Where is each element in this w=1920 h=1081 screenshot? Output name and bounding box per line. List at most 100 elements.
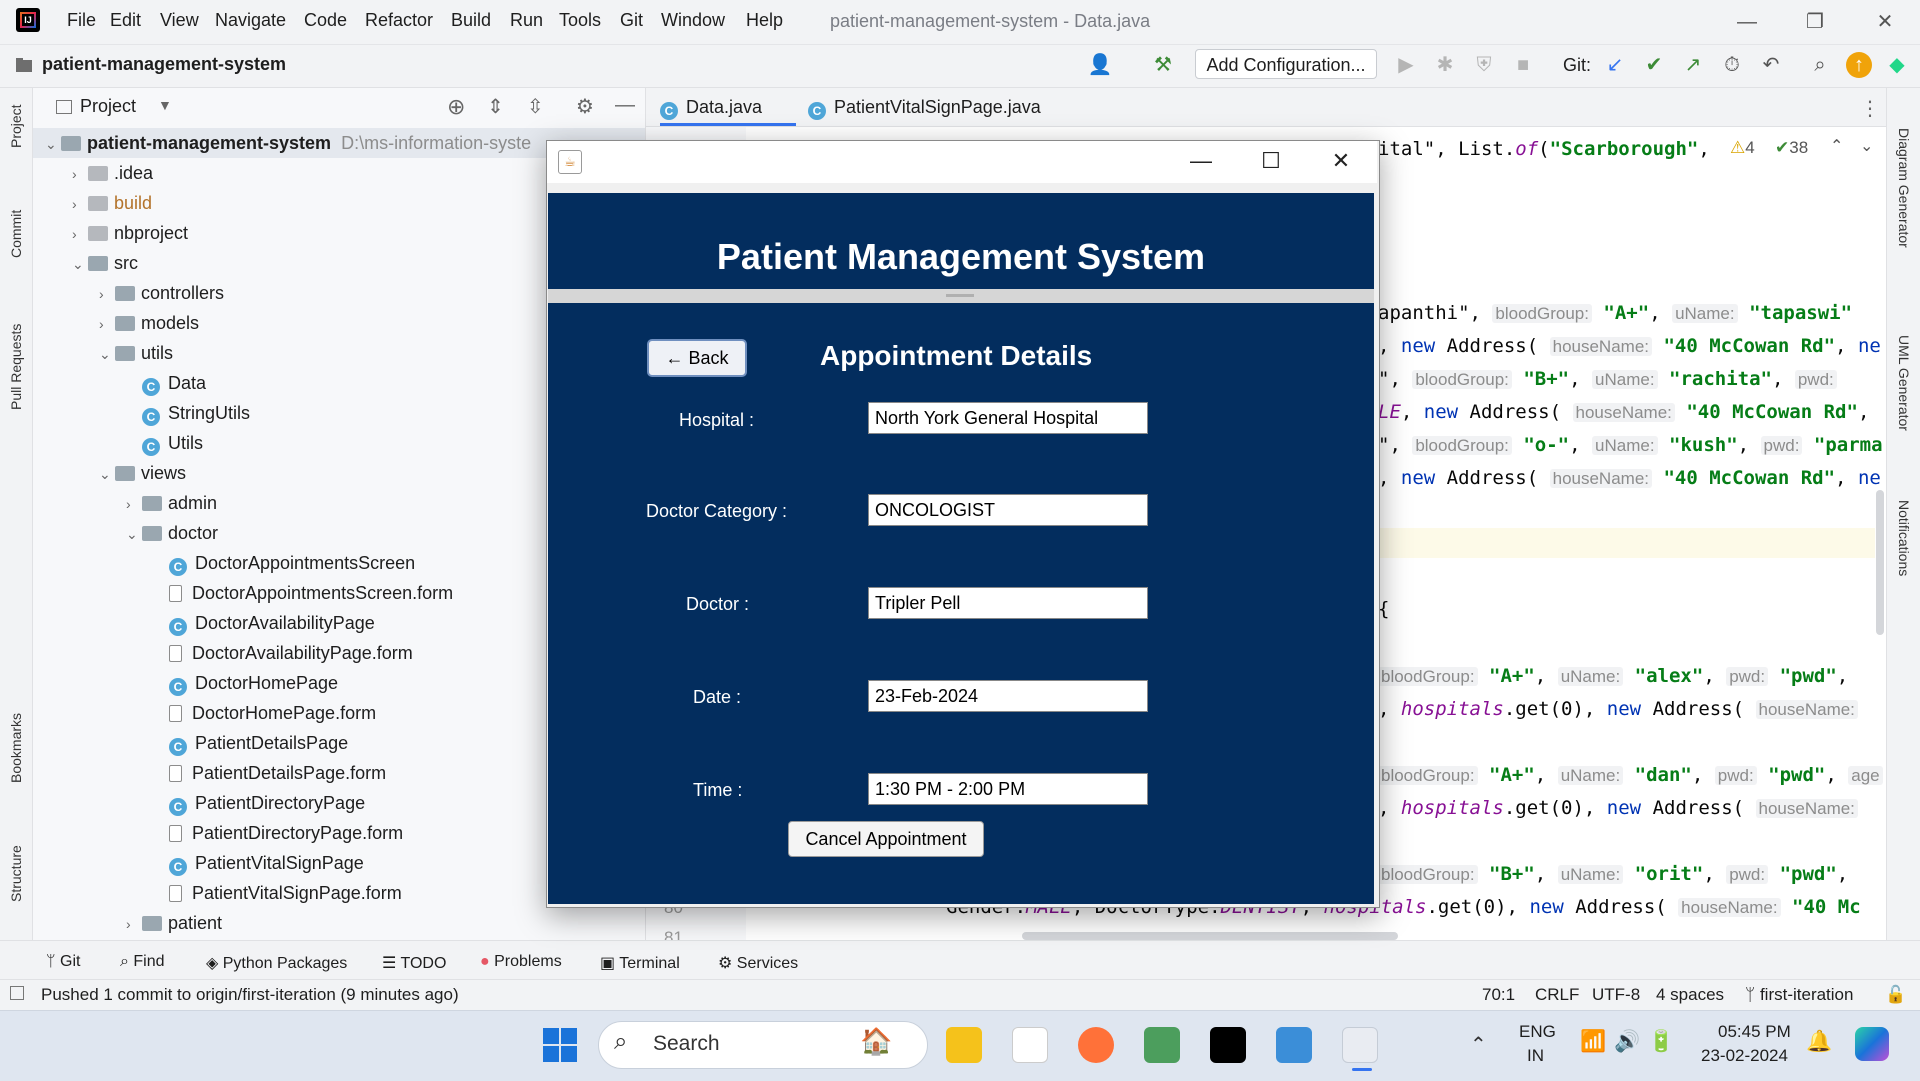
- tool-git[interactable]: ᛘ Git: [46, 953, 81, 971]
- tool-diagram-generator[interactable]: Diagram Generator: [1896, 128, 1912, 248]
- language-top[interactable]: ENG: [1519, 1022, 1556, 1042]
- hospital-field[interactable]: North York General Hospital: [868, 402, 1148, 434]
- horizontal-scrollbar[interactable]: [1022, 932, 1398, 940]
- chevron-right-icon[interactable]: ›: [72, 219, 88, 249]
- next-highlight-icon[interactable]: ⌄: [1860, 136, 1873, 156]
- tool-todo[interactable]: ☰ TODO: [382, 953, 446, 973]
- add-configuration-button[interactable]: Add Configuration...: [1195, 49, 1377, 79]
- project-name[interactable]: patient-management-system: [42, 54, 286, 75]
- back-button[interactable]: ← Back: [647, 339, 747, 377]
- vertical-scrollbar[interactable]: [1876, 490, 1884, 635]
- check-icon[interactable]: ✔38: [1775, 138, 1808, 158]
- restore-icon[interactable]: ❐: [1795, 8, 1835, 36]
- notification-bell-icon[interactable]: 🔔: [1806, 1030, 1832, 1054]
- menu-help[interactable]: Help: [746, 10, 783, 31]
- chevron-right-icon[interactable]: ›: [126, 909, 142, 939]
- locate-icon[interactable]: ⊕: [447, 94, 465, 120]
- project-panel-title[interactable]: Project: [80, 96, 136, 117]
- dialog-maximize-icon[interactable]: ☐: [1248, 146, 1294, 176]
- menu-file[interactable]: File: [67, 10, 96, 31]
- dialog-close-icon[interactable]: ✕: [1318, 146, 1364, 176]
- intellij-logo-icon[interactable]: IJ: [16, 8, 40, 32]
- menu-code[interactable]: Code: [304, 10, 347, 31]
- debug-icon[interactable]: ✱: [1432, 52, 1458, 78]
- file-encoding[interactable]: UTF-8: [1592, 985, 1640, 1005]
- minimize-icon[interactable]: —: [1727, 8, 1767, 36]
- chevron-down-icon[interactable]: ▼: [158, 97, 172, 113]
- clock-time[interactable]: 05:45 PM: [1718, 1022, 1791, 1042]
- more-tabs-icon[interactable]: ⋮: [1860, 96, 1880, 121]
- close-icon[interactable]: ✕: [1865, 8, 1905, 36]
- tool-project[interactable]: Project: [8, 104, 24, 148]
- tool-terminal[interactable]: ▣ Terminal: [600, 953, 680, 973]
- chevron-right-icon[interactable]: ›: [72, 189, 88, 219]
- java-app-icon[interactable]: [1342, 1027, 1378, 1063]
- doctor-category-field[interactable]: ONCOLOGIST: [868, 494, 1148, 526]
- tool-problems[interactable]: ● Problems: [480, 953, 562, 971]
- menu-view[interactable]: View: [160, 10, 199, 31]
- copilot-icon[interactable]: [1855, 1027, 1889, 1061]
- git-commit-icon[interactable]: ✔: [1641, 52, 1667, 78]
- tool-structure[interactable]: Structure: [8, 845, 24, 902]
- divider-handle-icon[interactable]: [946, 294, 974, 297]
- file-explorer-icon[interactable]: [946, 1027, 982, 1063]
- plugin-logo-icon[interactable]: ◆: [1884, 52, 1910, 78]
- menu-edit[interactable]: Edit: [110, 10, 141, 31]
- cancel-appointment-button[interactable]: Cancel Appointment: [788, 821, 984, 857]
- tab-data-java[interactable]: C Data.java: [660, 88, 796, 126]
- indent-setting[interactable]: 4 spaces: [1656, 985, 1724, 1005]
- build-hammer-icon[interactable]: ⚒: [1150, 52, 1176, 78]
- netbeans-icon[interactable]: [1144, 1027, 1180, 1063]
- dialog-minimize-icon[interactable]: —: [1178, 146, 1224, 176]
- chevron-up-icon[interactable]: ⌃: [1470, 1032, 1487, 1057]
- git-update-icon[interactable]: ↙: [1602, 52, 1628, 78]
- doctor-field[interactable]: Tripler Pell: [868, 587, 1148, 619]
- menu-refactor[interactable]: Refactor: [365, 10, 433, 31]
- menu-git[interactable]: Git: [620, 10, 643, 31]
- menu-build[interactable]: Build: [451, 10, 491, 31]
- intellij-icon[interactable]: [1210, 1027, 1246, 1063]
- wifi-icon[interactable]: 📶: [1580, 1030, 1606, 1054]
- chevron-down-icon[interactable]: ⌄: [126, 519, 142, 549]
- volume-icon[interactable]: 🔊: [1614, 1030, 1640, 1054]
- chevron-down-icon[interactable]: ⌄: [72, 249, 88, 279]
- chevron-right-icon[interactable]: ›: [72, 159, 88, 189]
- status-panel-icon[interactable]: [10, 986, 24, 1000]
- tab-patient-vital-sign-page[interactable]: CPatientVitalSignPage.java ✕: [808, 88, 1068, 155]
- tool-find[interactable]: ⌕ Find: [120, 953, 165, 971]
- tool-pull-requests[interactable]: Pull Requests: [8, 324, 24, 410]
- prev-highlight-icon[interactable]: ⌃: [1830, 136, 1843, 156]
- expand-all-icon[interactable]: ⇕: [487, 94, 504, 119]
- chevron-right-icon[interactable]: ›: [99, 309, 115, 339]
- chevron-down-icon[interactable]: ⌄: [45, 129, 61, 159]
- tool-services[interactable]: ⚙ Services: [718, 953, 798, 973]
- stop-icon[interactable]: ■: [1510, 52, 1536, 78]
- menu-run[interactable]: Run: [510, 10, 543, 31]
- user-icon[interactable]: 👤: [1087, 52, 1113, 78]
- battery-icon[interactable]: 🔋: [1648, 1030, 1674, 1054]
- rollback-icon[interactable]: ↶: [1758, 52, 1784, 78]
- warning-icon[interactable]: ⚠4: [1730, 138, 1755, 158]
- firefox-icon[interactable]: [1078, 1027, 1114, 1063]
- tool-commit[interactable]: Commit: [8, 210, 24, 258]
- caret-position[interactable]: 70:1: [1482, 985, 1515, 1005]
- history-icon[interactable]: ⏱: [1719, 52, 1745, 78]
- collapse-all-icon[interactable]: ⇳: [527, 94, 544, 119]
- hide-panel-icon[interactable]: —: [615, 94, 635, 117]
- tool-uml-generator[interactable]: UML Generator: [1896, 335, 1912, 431]
- clock-date[interactable]: 23-02-2024: [1701, 1046, 1788, 1066]
- lock-icon[interactable]: 🔓: [1885, 985, 1906, 1005]
- chevron-right-icon[interactable]: ›: [126, 489, 142, 519]
- time-field[interactable]: 1:30 PM - 2:00 PM: [868, 773, 1148, 805]
- run-icon[interactable]: ▶: [1393, 52, 1419, 78]
- search-icon[interactable]: ⌕: [1807, 52, 1833, 78]
- menu-window[interactable]: Window: [661, 10, 725, 31]
- update-icon[interactable]: ↑: [1846, 52, 1872, 78]
- git-push-icon[interactable]: ↗: [1680, 52, 1706, 78]
- language-bottom[interactable]: IN: [1527, 1046, 1544, 1066]
- git-branch[interactable]: ᛘ first-iteration: [1745, 985, 1853, 1005]
- coverage-icon[interactable]: ⛨: [1471, 52, 1497, 78]
- tool-notifications[interactable]: Notifications: [1896, 500, 1912, 576]
- chevron-right-icon[interactable]: ›: [99, 279, 115, 309]
- chevron-down-icon[interactable]: ⌄: [99, 459, 115, 489]
